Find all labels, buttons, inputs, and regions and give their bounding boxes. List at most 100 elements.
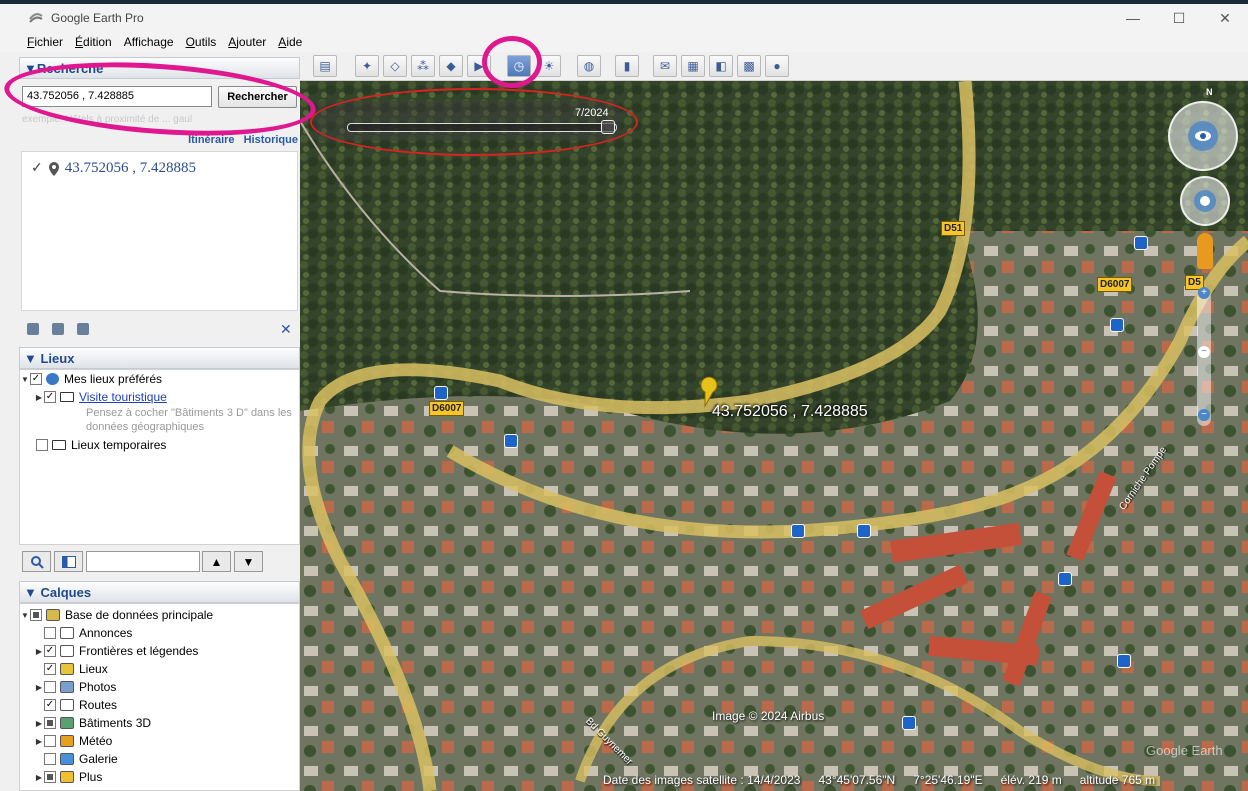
layer-checkbox[interactable]: ✓ (44, 699, 56, 711)
bus-stop-icon[interactable] (504, 434, 518, 448)
bus-stop-icon[interactable] (857, 524, 871, 538)
tree-row-mes-lieux[interactable]: ▼ ✓ Mes lieux préférés (20, 370, 299, 388)
collapse-icon[interactable]: ▼ (20, 611, 30, 620)
copy-icon[interactable] (52, 323, 64, 335)
layer-row[interactable]: ▶ Photos (20, 678, 299, 696)
arrow-down-icon[interactable]: ▼ (234, 551, 263, 572)
places-panel-header[interactable]: ▼ Lieux (19, 347, 300, 369)
history-link[interactable]: Historique (244, 134, 298, 146)
bus-stop-icon[interactable] (1110, 318, 1124, 332)
email-icon[interactable]: ✉ (653, 55, 677, 77)
bus-stop-icon[interactable] (902, 716, 916, 730)
layer-checkbox[interactable] (44, 753, 56, 765)
layer-label: Base de données principale (65, 608, 214, 622)
layer-checkbox[interactable] (44, 627, 56, 639)
path-icon[interactable]: ⁂ (411, 55, 435, 77)
expand-icon[interactable]: ▶ (34, 647, 44, 656)
flag-icon (60, 645, 74, 657)
layer-row[interactable]: ▶ Bâtiments 3D (20, 714, 299, 732)
menu-aide[interactable]: Aide (278, 35, 302, 49)
expand-icon[interactable]: ▶ (34, 773, 44, 782)
layer-checkbox[interactable]: ✓ (44, 663, 56, 675)
earth-icon[interactable]: ● (765, 55, 789, 77)
expand-icon[interactable]: ▶ (34, 393, 44, 402)
layer-row[interactable]: ▶ Plus (20, 768, 299, 786)
tree-row-visite[interactable]: ▶ ✓ Visite touristique (20, 388, 299, 406)
minimize-button[interactable]: — (1110, 4, 1156, 32)
print-icon[interactable]: ▦ (681, 55, 705, 77)
expand-icon[interactable]: ▶ (34, 737, 44, 746)
panel-toggle-icon[interactable] (54, 551, 83, 572)
bus-stop-icon[interactable] (1117, 654, 1131, 668)
more-icon (60, 771, 74, 783)
map-view[interactable]: 7/2024 D51 D6007 D6007 D5 43.752056 , 7.… (300, 81, 1248, 791)
search-result-label: 43.752056 , 7.428885 (64, 160, 196, 176)
add-folder-icon[interactable] (27, 323, 39, 335)
placemark-icon[interactable]: ✦ (355, 55, 379, 77)
polygon-icon[interactable]: ◇ (383, 55, 407, 77)
menu-ajouter[interactable]: Ajouter (228, 35, 266, 49)
menu-edition[interactable]: Édition (75, 35, 112, 49)
north-indicator[interactable]: N (1206, 87, 1213, 97)
placemark-label[interactable]: 43.752056 , 7.428885 (712, 403, 868, 421)
menu-affichage[interactable]: Affichage (124, 35, 174, 49)
checkbox[interactable] (36, 439, 48, 451)
layer-checkbox[interactable] (44, 717, 56, 729)
maximize-button[interactable]: ☐ (1156, 4, 1202, 32)
menu-outils[interactable]: Outils (186, 35, 217, 49)
layer-checkbox[interactable] (44, 735, 56, 747)
layer-row[interactable]: Annonces (20, 624, 299, 642)
map-icon[interactable]: ▩ (737, 55, 761, 77)
layer-checkbox[interactable] (44, 681, 56, 693)
layer-search-field[interactable] (86, 551, 200, 572)
google-earth-watermark: Google Earth (1146, 743, 1223, 758)
layer-row[interactable]: Galerie (20, 750, 299, 768)
layer-row[interactable]: ▼ Base de données principale (20, 606, 299, 624)
bus-stop-icon[interactable] (1134, 236, 1148, 250)
sidebar-icon[interactable]: ▤ (313, 55, 337, 77)
overlay-icon[interactable]: ◆ (439, 55, 463, 77)
zoom-slider[interactable]: + − − (1197, 287, 1211, 426)
checkbox[interactable]: ✓ (30, 373, 42, 385)
layers-tree: ▼ Base de données principale Annonces ▶ ✓ Fro… (19, 603, 300, 791)
layer-row[interactable]: ▶ ✓ Frontières et légendes (20, 642, 299, 660)
zoom-in-icon[interactable]: + (1198, 287, 1210, 299)
collapse-icon[interactable]: ▼ (20, 375, 30, 384)
menu-bar: Fichier Édition Affichage Outils Ajouter… (0, 32, 1248, 52)
bus-stop-icon[interactable] (1058, 572, 1072, 586)
layer-checkbox[interactable] (30, 609, 42, 621)
move-navigation-control[interactable] (1180, 176, 1230, 226)
layer-row[interactable]: ✓ Lieux (20, 660, 299, 678)
layer-row[interactable]: ✓ Routes (20, 696, 299, 714)
imagery-date: Date des images satellite : 14/4/2023 (603, 773, 801, 787)
menu-fichier[interactable]: Fichier (27, 35, 63, 49)
layer-checkbox[interactable] (44, 771, 56, 783)
look-navigation-control[interactable] (1168, 101, 1238, 171)
arrow-up-icon[interactable]: ▲ (202, 551, 231, 572)
save-image-icon[interactable]: ◧ (709, 55, 733, 77)
ruler-icon[interactable]: ▮ (615, 55, 639, 77)
itinerary-link[interactable]: Itinéraire (188, 134, 234, 146)
layer-search-icon[interactable] (22, 551, 51, 572)
expand-icon[interactable]: ▶ (34, 683, 44, 692)
expand-icon[interactable]: ▶ (34, 719, 44, 728)
planet-icon[interactable]: ◍ (577, 55, 601, 77)
close-button[interactable]: ✕ (1202, 4, 1248, 32)
title-bar: Google Earth Pro — ☐ ✕ (0, 4, 1248, 32)
print-icon[interactable] (77, 323, 89, 335)
checkbox[interactable]: ✓ (44, 391, 56, 403)
satellite-map (300, 81, 1248, 791)
layer-checkbox[interactable]: ✓ (44, 645, 56, 657)
zoom-out-icon[interactable]: − (1198, 409, 1210, 421)
tree-row-temporaires[interactable]: Lieux temporaires (20, 436, 299, 454)
layer-row[interactable]: ▶ Météo (20, 732, 299, 750)
street-view-pegman-icon[interactable] (1197, 233, 1213, 269)
bus-stop-icon[interactable] (434, 386, 448, 400)
search-result-item[interactable]: ✓ 43.752056 , 7.428885 (31, 160, 196, 177)
close-results-icon[interactable]: ✕ (280, 321, 292, 338)
bus-stop-icon[interactable] (791, 524, 805, 538)
latitude-readout: 43°45'07.56"N (818, 773, 896, 787)
zoom-thumb[interactable]: − (1198, 346, 1210, 358)
layers-panel-header[interactable]: ▼ Calques (19, 581, 300, 603)
visite-link[interactable]: Visite touristique (79, 390, 167, 404)
